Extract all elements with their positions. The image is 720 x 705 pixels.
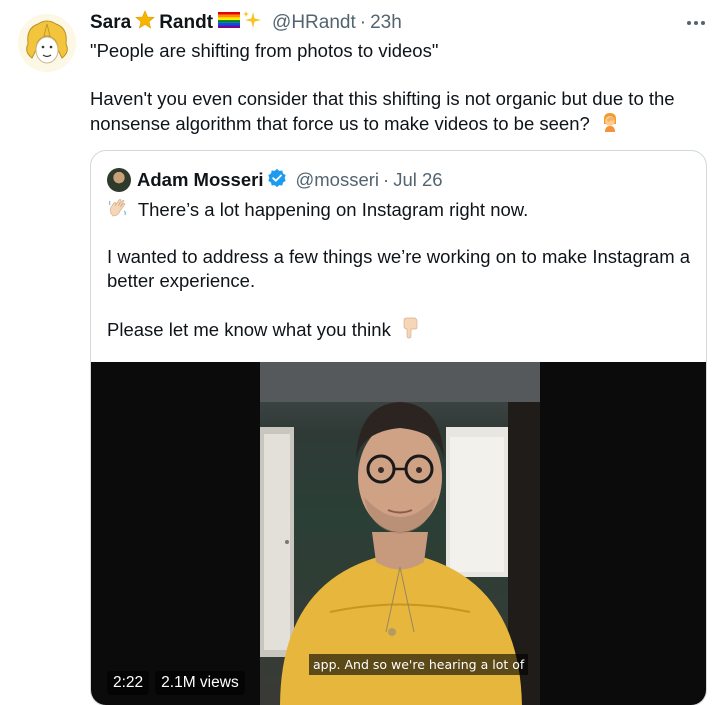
- rainbow-flag-emoji: [218, 12, 241, 34]
- verified-badge-icon: [267, 168, 287, 193]
- video-duration: 2:22: [107, 671, 150, 695]
- author-avatar[interactable]: [18, 14, 76, 72]
- tweet[interactable]: Sara Randt @HRandt · 23h "People are shi…: [0, 0, 720, 705]
- tweet-header: Sara Randt @HRandt · 23h: [90, 10, 402, 36]
- sparkles-emoji: [242, 10, 262, 36]
- quoted-text-line: There’s a lot happening on Instagram rig…: [107, 197, 697, 225]
- author-name-first[interactable]: Sara: [90, 12, 131, 34]
- video-caption: app. And so we're hearing a lot of: [309, 654, 529, 675]
- quoted-text-line: Please let me know what you think: [107, 317, 697, 345]
- video-stats: 2:22 2.1M views: [107, 670, 245, 696]
- quoted-author-name[interactable]: Adam Mosseri: [137, 169, 263, 191]
- tweet-text-fragment: nonsense algorithm that force us to make…: [90, 112, 590, 134]
- quoted-tweet-header: Adam Mosseri @mosseri · Jul 26: [107, 167, 443, 193]
- quoted-date[interactable]: Jul 26: [393, 169, 442, 191]
- waving-hand-emoji: [107, 197, 129, 225]
- quoted-text-fragment: There’s a lot happening on Instagram rig…: [137, 198, 529, 220]
- tweet-text-line: "People are shifting from photos to vide…: [90, 40, 439, 61]
- person-facepalming-emoji: [599, 111, 621, 139]
- quoted-text-line: better experience.: [107, 270, 256, 291]
- author-name-last[interactable]: Randt: [159, 12, 213, 34]
- quoted-text-line: I wanted to address a few things we’re w…: [107, 246, 691, 267]
- quoted-tweet[interactable]: Adam Mosseri @mosseri · Jul 26 There’s a…: [90, 150, 707, 705]
- separator-dot: ·: [359, 12, 367, 33]
- tweet-text-line: Haven't you even consider that this shif…: [90, 88, 675, 109]
- video-views: 2.1M views: [155, 671, 245, 695]
- tweet-timestamp[interactable]: 23h: [370, 12, 402, 34]
- quoted-author-avatar[interactable]: [107, 168, 131, 192]
- star-emoji: [135, 10, 155, 36]
- pointing-down-emoji: [400, 317, 420, 345]
- tweet-text-line: nonsense algorithm that force us to make…: [90, 111, 710, 139]
- separator-dot: ·: [383, 169, 390, 190]
- more-options-icon[interactable]: [684, 12, 708, 34]
- author-handle[interactable]: @HRandt: [272, 12, 356, 34]
- quoted-text-fragment: Please let me know what you think: [107, 318, 391, 340]
- video-player[interactable]: app. And so we're hearing a lot of 2:22 …: [91, 362, 706, 705]
- quoted-author-handle[interactable]: @mosseri: [295, 169, 379, 191]
